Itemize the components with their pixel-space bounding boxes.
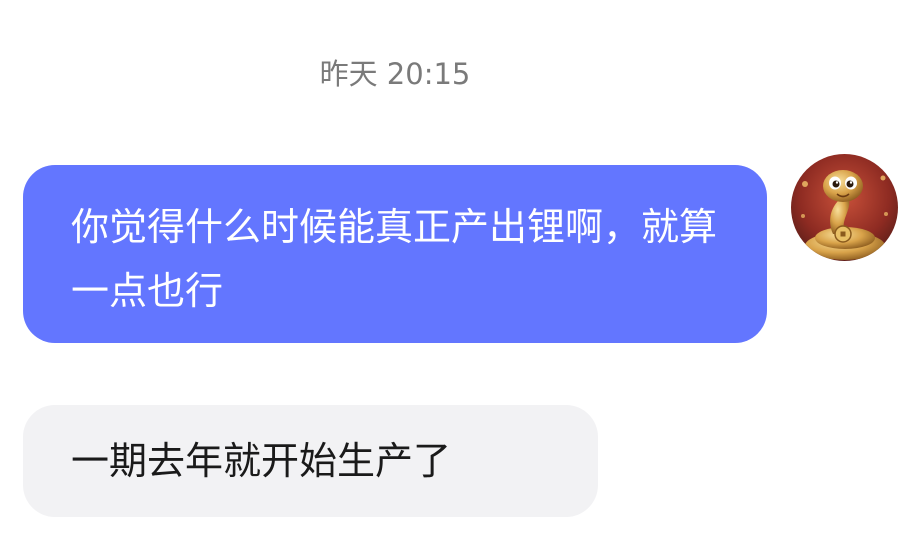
chat-timestamp: 昨天 20:15	[319, 57, 471, 91]
outgoing-message-text: 你觉得什么时候能真正产出锂啊，就算一点也行	[71, 205, 718, 313]
incoming-message-text: 一期去年就开始生产了	[71, 439, 452, 483]
outgoing-message-bubble[interactable]: 你觉得什么时候能真正产出锂啊，就算一点也行	[23, 165, 767, 343]
incoming-message-bubble[interactable]: 一期去年就开始生产了	[23, 405, 598, 517]
golden-snake-avatar-icon	[791, 154, 898, 261]
user-avatar[interactable]	[791, 154, 898, 261]
